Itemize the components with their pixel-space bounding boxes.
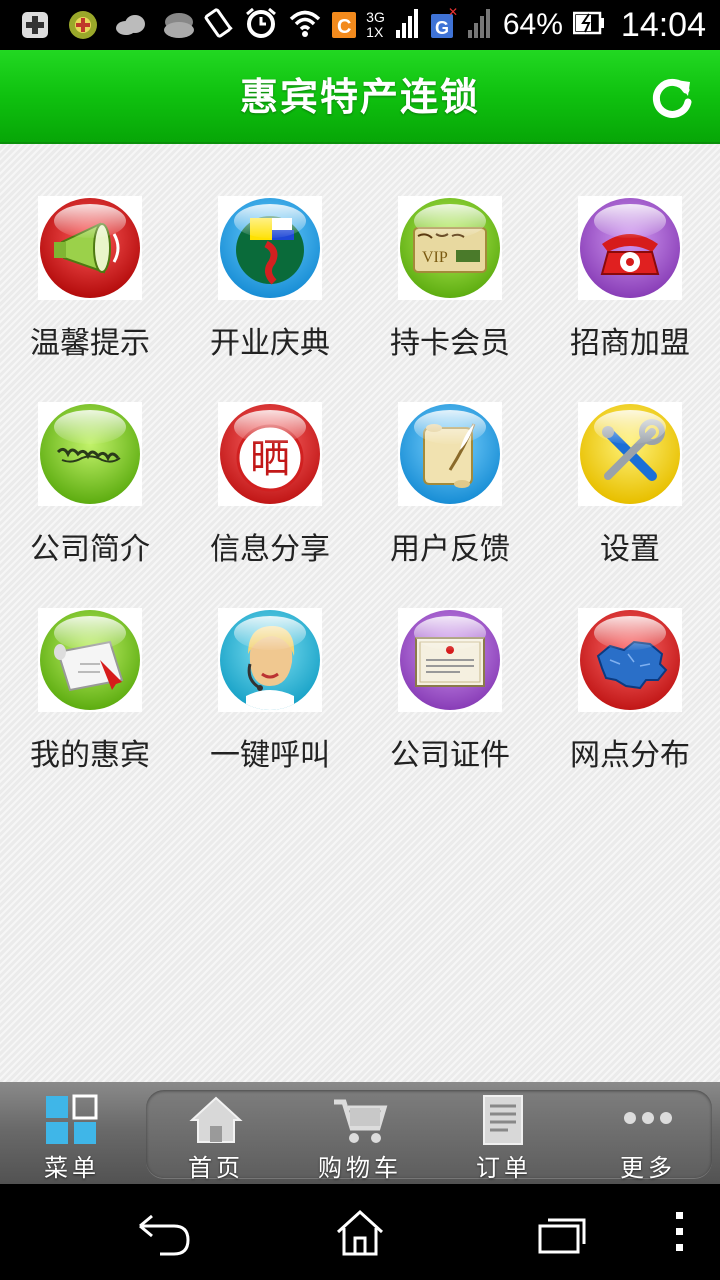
system-nav-bar — [0, 1184, 720, 1280]
refresh-button[interactable] — [646, 72, 698, 124]
status-bar: C 3G 1X G ✕ 64% 14:04 — [0, 0, 720, 50]
c-app-icon: C — [332, 6, 357, 44]
grid-item-label: 开业庆典 — [210, 326, 330, 361]
tab-order[interactable]: 订单 — [432, 1082, 576, 1184]
certificate-icon — [400, 610, 500, 710]
grid-item-share[interactable]: 晒 信息分享 — [180, 402, 360, 592]
shopping-cart-icon — [334, 1099, 388, 1143]
grid-item-label: 招商加盟 — [570, 326, 690, 361]
signal-icon — [467, 6, 493, 44]
grid-item-settings[interactable]: 设置 — [540, 402, 720, 592]
grid-item-opening[interactable]: 开业庆典 — [180, 196, 360, 386]
call-center-icon — [220, 610, 320, 710]
back-button[interactable] — [134, 1206, 194, 1258]
tab-menu-label: 菜单 — [44, 1154, 100, 1182]
grid-item-label: 一键呼叫 — [210, 738, 330, 773]
grid-item-outlets[interactable]: 网点分布 — [540, 608, 720, 798]
tab-cart-label: 购物车 — [318, 1154, 402, 1182]
company-brand-icon — [40, 404, 140, 504]
svg-text:C: C — [337, 16, 351, 38]
grid-item-label: 公司简介 — [30, 532, 150, 567]
tab-order-label: 订单 — [476, 1154, 532, 1182]
recent-apps-button[interactable] — [534, 1206, 594, 1258]
game-icon — [66, 8, 100, 42]
overflow-menu-icon — [676, 1212, 683, 1251]
vip-card-text: VIP — [422, 249, 448, 266]
grid-item-label: 持卡会员 — [390, 326, 510, 361]
grid-item-feedback[interactable]: 用户反馈 — [360, 402, 540, 592]
grid-item-company-license[interactable]: 公司证件 — [360, 608, 540, 798]
home-nav-icon — [336, 1209, 384, 1256]
grid-item-one-click-call[interactable]: 一键呼叫 — [180, 608, 360, 798]
network-3g-label: 3G — [366, 9, 385, 25]
home-nav-button[interactable] — [330, 1206, 390, 1258]
svg-text:G: G — [435, 18, 449, 38]
share-stamp-icon: 晒 — [220, 404, 320, 504]
tab-home[interactable]: 首页 — [144, 1082, 288, 1184]
china-map-icon — [580, 610, 680, 710]
grid-item-label: 设置 — [600, 532, 660, 567]
page-title: 惠宾特产连锁 — [239, 75, 480, 119]
weather-icon — [162, 8, 196, 42]
vip-card-icon: VIP — [400, 198, 500, 298]
grid-item-franchise[interactable]: 招商加盟 — [540, 196, 720, 386]
app-header: 惠宾特产连锁 — [0, 50, 720, 144]
recent-apps-icon — [538, 1218, 586, 1254]
network-type: 3G 1X — [366, 10, 385, 40]
menu-grid-icon — [46, 1094, 98, 1144]
network-1x-label: 1X — [366, 24, 384, 40]
grid-item-company-intro[interactable]: 公司简介 — [0, 402, 180, 592]
grid-item-member-card[interactable]: VIP 持卡会员 — [360, 196, 540, 386]
grid-item-label: 网点分布 — [570, 738, 690, 773]
grid-item-label: 温馨提示 — [30, 326, 150, 361]
notification-icons — [18, 8, 196, 42]
grid-item-label: 公司证件 — [390, 738, 510, 773]
signal-icon — [395, 6, 421, 44]
main-grid: 温馨提示 开业庆典 VIP 持卡会员 招商加盟 公司简介 晒 信息分享 用户反馈… — [0, 144, 720, 1082]
tab-home-label: 首页 — [188, 1154, 244, 1182]
telephone-icon — [580, 198, 680, 298]
battery-icon — [572, 10, 605, 40]
battery-percent: 64% — [502, 8, 563, 41]
refresh-icon — [652, 78, 692, 118]
diploma-icon — [40, 610, 140, 710]
grid-item-my-huibin[interactable]: 我的惠宾 — [0, 608, 180, 798]
tab-more-label: 更多 — [620, 1154, 676, 1182]
g-app-icon: G ✕ — [430, 5, 458, 44]
back-icon — [139, 1214, 190, 1256]
scroll-quill-icon — [400, 404, 500, 504]
grid-item-tips[interactable]: 温馨提示 — [0, 196, 180, 386]
megaphone-icon — [40, 198, 140, 298]
system-icons: C 3G 1X G ✕ 64% 14:04 — [202, 4, 706, 46]
tab-more[interactable]: 更多 — [576, 1082, 720, 1184]
wifi-icon — [288, 8, 322, 42]
add-icon — [18, 8, 52, 42]
cloud-icon — [114, 8, 148, 42]
order-icon — [483, 1095, 523, 1145]
tools-icon — [580, 404, 680, 504]
home-icon — [189, 1096, 243, 1143]
svg-text:✕: ✕ — [448, 6, 457, 19]
bottom-tab-bar: 菜单 首页 购物车 订单 更多 — [0, 1082, 720, 1184]
vibrate-icon — [202, 7, 234, 43]
overflow-menu-button[interactable] — [660, 1206, 700, 1258]
tab-menu[interactable]: 菜单 — [0, 1082, 144, 1184]
more-icon — [624, 1112, 672, 1124]
clock: 14:04 — [620, 5, 706, 44]
tab-cart[interactable]: 购物车 — [288, 1082, 432, 1184]
grid-item-label: 信息分享 — [210, 532, 330, 567]
grid-item-label: 用户反馈 — [390, 532, 510, 567]
alarm-icon — [244, 6, 278, 44]
opening-logo-icon — [220, 198, 320, 298]
grid-item-label: 我的惠宾 — [30, 738, 150, 773]
